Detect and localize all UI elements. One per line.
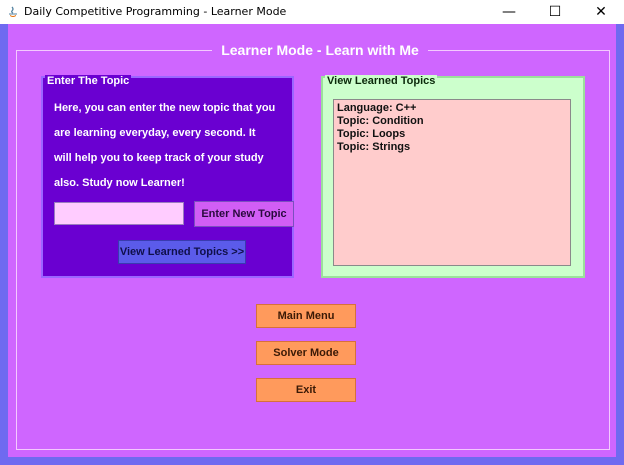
info-line: also. Study now Learner! (54, 177, 185, 189)
exit-button[interactable]: Exit (256, 378, 356, 402)
window-title: Daily Competitive Programming - Learner … (24, 5, 287, 18)
close-button[interactable]: ✕ (578, 0, 624, 24)
content-area: Learner Mode - Learn with Me Enter The T… (8, 24, 616, 457)
page-title: Learner Mode - Learn with Me (221, 42, 419, 58)
java-app-icon (9, 6, 17, 17)
enter-topic-panel-title: Enter The Topic (45, 75, 132, 87)
maximize-button[interactable]: ☐ (532, 0, 578, 24)
topic-line: Topic: Strings (337, 141, 411, 153)
view-learned-topics-button[interactable]: View Learned Topics >> (118, 240, 246, 264)
info-line: will help you to keep track of your stud… (54, 152, 264, 164)
info-text: Here, you can enter the new topic that y… (54, 96, 286, 196)
main-group-border-top-right (428, 50, 610, 51)
main-group-border-top-left (16, 50, 212, 51)
solver-mode-button[interactable]: Solver Mode (256, 341, 356, 365)
learned-topics-textarea[interactable]: Language: C++ Topic: Condition Topic: Lo… (333, 99, 571, 266)
enter-new-topic-button[interactable]: Enter New Topic (194, 201, 294, 227)
title-bar: Daily Competitive Programming - Learner … (0, 0, 624, 24)
main-menu-button[interactable]: Main Menu (256, 304, 356, 328)
minimize-button[interactable]: — (486, 0, 532, 24)
topic-line: Topic: Condition (337, 115, 424, 127)
topic-line: Topic: Loops (337, 128, 406, 140)
info-line: Here, you can enter the new topic that y… (54, 102, 276, 114)
topic-input[interactable] (54, 202, 184, 225)
topic-line: Language: C++ (337, 102, 417, 114)
info-line: are learning everyday, every second. It (54, 127, 256, 139)
learned-topics-panel-title: View Learned Topics (325, 75, 438, 87)
